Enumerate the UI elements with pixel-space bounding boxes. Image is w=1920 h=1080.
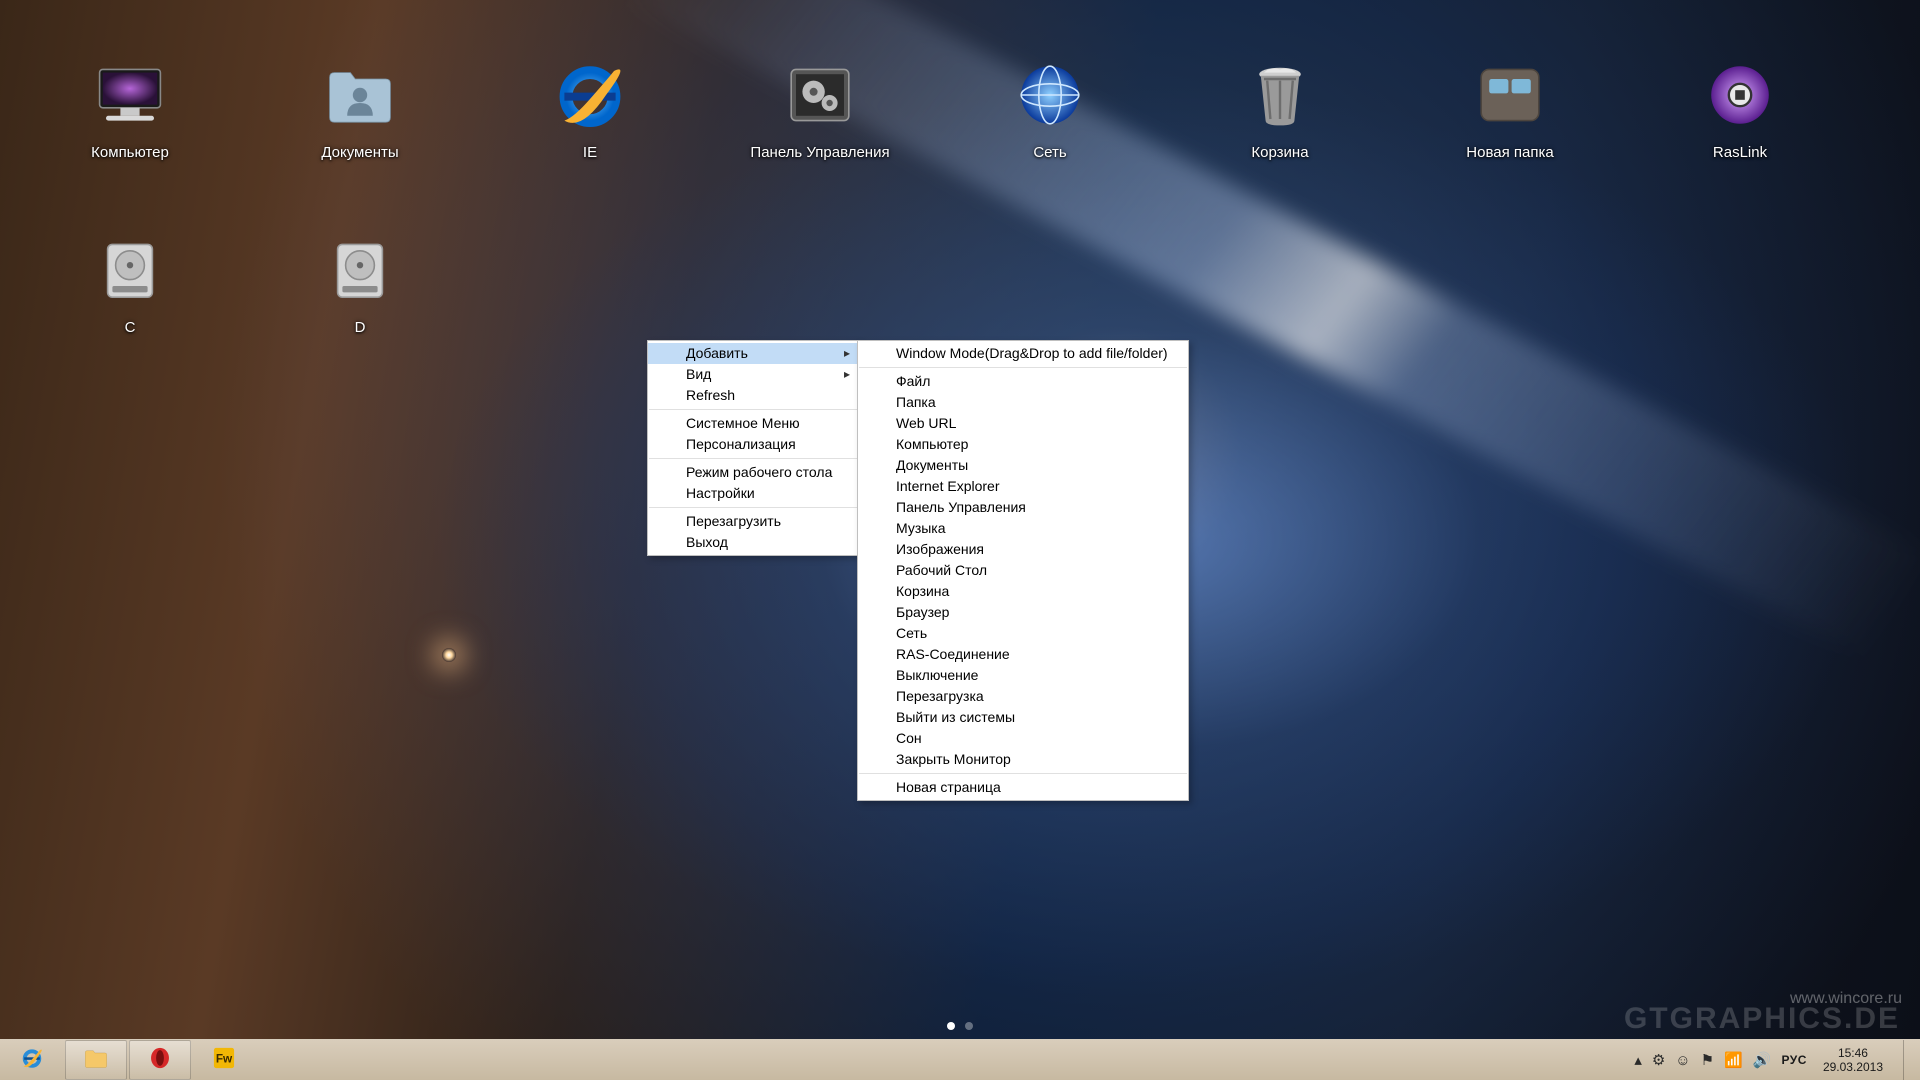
menu-separator — [649, 458, 857, 459]
clock-time: 15:46 — [1823, 1046, 1883, 1060]
desktop-icon-label: Документы — [321, 144, 398, 161]
ie-icon — [18, 1044, 46, 1077]
desktop-icon-new-folder[interactable]: Новая папка — [1430, 50, 1590, 225]
desktop-icon-label: C — [125, 319, 136, 336]
settings-tray-icon[interactable]: ⚙ — [1652, 1051, 1665, 1069]
security-icon[interactable]: ⚑ — [1701, 1051, 1714, 1069]
desktop-icon-trash[interactable]: Корзина — [1200, 50, 1360, 225]
smiley-icon[interactable]: ☺ — [1675, 1052, 1690, 1069]
hdd-icon — [315, 225, 405, 315]
menu-item[interactable]: Выйти из системы — [858, 707, 1188, 728]
menu-separator — [649, 409, 857, 410]
menu-separator — [859, 367, 1187, 368]
network-tray-icon[interactable]: 📶 — [1724, 1051, 1743, 1069]
site-watermark: www.wincore.ru — [1790, 990, 1902, 1008]
menu-item[interactable]: Выключение — [858, 665, 1188, 686]
menu-item[interactable]: Режим рабочего стола — [648, 462, 858, 483]
desktop-icon-control-panel[interactable]: Панель Управления — [740, 50, 900, 225]
opera-icon — [146, 1044, 174, 1077]
desktop-icon-label: IE — [583, 144, 597, 161]
menu-separator — [649, 507, 857, 508]
hdd-icon — [85, 225, 175, 315]
desktop-icon-raslink[interactable]: RasLink — [1660, 50, 1820, 225]
language-indicator[interactable]: РУС — [1781, 1053, 1806, 1067]
raslink-icon — [1695, 50, 1785, 140]
ie-icon — [545, 50, 635, 140]
desktop-icon-label: Сеть — [1033, 144, 1066, 161]
menu-item[interactable]: Папка — [858, 392, 1188, 413]
globe-icon — [1005, 50, 1095, 140]
menu-item[interactable]: Документы — [858, 455, 1188, 476]
context-submenu-add[interactable]: Window Mode(Drag&Drop to add file/folder… — [857, 340, 1189, 801]
menu-item[interactable]: Файл — [858, 371, 1188, 392]
system-tray[interactable]: ▴ ⚙ ☺ ⚑ 📶 🔊 РУС 15:46 29.03.2013 — [1634, 1040, 1914, 1080]
chevron-up-icon[interactable]: ▴ — [1634, 1051, 1642, 1069]
page-dot[interactable] — [965, 1022, 973, 1030]
desktop-icon-computer[interactable]: Компьютер — [50, 50, 210, 225]
computer-icon — [85, 50, 175, 140]
gears-panel-icon — [775, 50, 865, 140]
menu-item[interactable]: RAS-Соединение — [858, 644, 1188, 665]
desktop-icon-network[interactable]: Сеть — [970, 50, 1130, 225]
menu-item[interactable]: Добавить — [648, 343, 858, 364]
taskbar-app-opera[interactable] — [129, 1040, 191, 1080]
show-desktop-button[interactable] — [1903, 1040, 1914, 1080]
context-menu[interactable]: ДобавитьВидRefresh Системное МенюПерсонал… — [647, 340, 859, 556]
menu-item[interactable]: Перезагрузить — [648, 511, 858, 532]
menu-item[interactable]: Вид — [648, 364, 858, 385]
desktop-icon-documents[interactable]: Документы — [280, 50, 440, 225]
menu-item[interactable]: Персонализация — [648, 434, 858, 455]
menu-item[interactable]: Музыка — [858, 518, 1188, 539]
desktop-icon-ie[interactable]: IE — [510, 50, 670, 225]
folder-icon — [82, 1044, 110, 1077]
fireworks-icon: Fw — [210, 1044, 238, 1077]
menu-item[interactable]: Закрыть Монитор — [858, 749, 1188, 770]
taskbar[interactable]: Fw ▴ ⚙ ☺ ⚑ 📶 🔊 РУС 15:46 29.03.2013 — [0, 1039, 1920, 1080]
desktop-icon-drive-d[interactable]: D — [280, 225, 440, 400]
menu-item[interactable]: Изображения — [858, 539, 1188, 560]
menu-item[interactable]: Системное Меню — [648, 413, 858, 434]
taskbar-clock[interactable]: 15:46 29.03.2013 — [1817, 1046, 1889, 1074]
desktop-icon-label: Новая папка — [1466, 144, 1553, 161]
desktop-icon-label: D — [355, 319, 366, 336]
desktop-icon-drive-c[interactable]: C — [50, 225, 210, 400]
menu-item[interactable]: Настройки — [648, 483, 858, 504]
desktop-icon-label: Компьютер — [91, 144, 169, 161]
menu-item[interactable]: Новая страница — [858, 777, 1188, 798]
menu-item[interactable]: Рабочий Стол — [858, 560, 1188, 581]
menu-item[interactable]: Сон — [858, 728, 1188, 749]
menu-item[interactable]: Window Mode(Drag&Drop to add file/folder… — [858, 343, 1188, 364]
desktop-icon-label: Панель Управления — [750, 144, 889, 161]
menu-item[interactable]: Браузер — [858, 602, 1188, 623]
menu-item[interactable]: Панель Управления — [858, 497, 1188, 518]
page-indicator[interactable] — [947, 1022, 973, 1030]
menu-item[interactable]: Перезагрузка — [858, 686, 1188, 707]
menu-item[interactable]: Web URL — [858, 413, 1188, 434]
menu-item[interactable]: Корзина — [858, 581, 1188, 602]
page-dot[interactable] — [947, 1022, 955, 1030]
menu-item[interactable]: Компьютер — [858, 434, 1188, 455]
menu-item[interactable]: Сеть — [858, 623, 1188, 644]
menu-item[interactable]: Refresh — [648, 385, 858, 406]
menu-item[interactable]: Internet Explorer — [858, 476, 1188, 497]
volume-icon[interactable]: 🔊 — [1753, 1051, 1772, 1069]
clock-date: 29.03.2013 — [1823, 1060, 1883, 1074]
desktop-icon-label: RasLink — [1713, 144, 1767, 161]
folder-tile-icon — [1465, 50, 1555, 140]
taskbar-app-explorer[interactable] — [65, 1040, 127, 1080]
taskbar-app-ie[interactable] — [1, 1040, 63, 1080]
taskbar-app-fireworks[interactable]: Fw — [193, 1040, 255, 1080]
desktop-icon-label: Корзина — [1251, 144, 1308, 161]
menu-separator — [859, 773, 1187, 774]
desktop[interactable]: КомпьютерДокументыIEПанель УправленияСет… — [0, 0, 1920, 1080]
menu-item[interactable]: Выход — [648, 532, 858, 553]
svg-text:Fw: Fw — [216, 1052, 233, 1065]
folder-user-icon — [315, 50, 405, 140]
trash-icon — [1235, 50, 1325, 140]
